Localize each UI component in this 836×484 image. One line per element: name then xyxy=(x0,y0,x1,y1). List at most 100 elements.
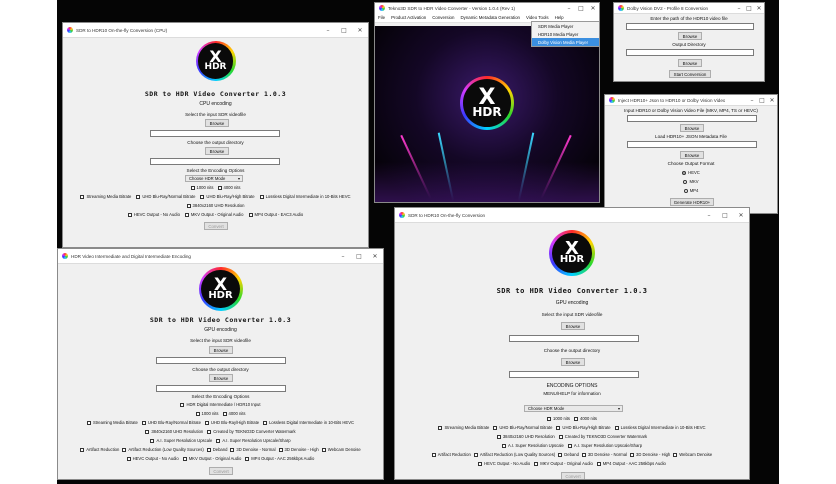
browse-output-button[interactable]: Browse xyxy=(209,374,233,382)
denoise-high-checkbox[interactable]: 3D Denoise - High xyxy=(278,447,319,452)
maximize-icon[interactable]: □ xyxy=(575,3,587,13)
close-icon[interactable]: ✕ xyxy=(352,23,368,37)
format-mp4-radio[interactable]: MP4 xyxy=(683,188,698,193)
artifact-checkbox[interactable]: Artifact Reduction xyxy=(80,447,119,452)
maximize-icon[interactable]: □ xyxy=(744,3,754,13)
nits-1000-checkbox[interactable]: 1000 nits xyxy=(190,185,214,190)
output-dir-field[interactable] xyxy=(509,371,639,378)
streaming-bitrate-checkbox[interactable]: Streaming Media Bitrate xyxy=(86,420,138,425)
denoise-normal-checkbox[interactable]: 3D Denoise - Normal xyxy=(581,452,627,457)
hdr10-media-player-item[interactable]: HDR10 Media Player xyxy=(532,30,599,38)
close-icon[interactable]: ✕ xyxy=(754,3,764,13)
artifact-low-checkbox[interactable]: Artifact Reduction (Low Quality Sources) xyxy=(122,447,204,452)
denoise-normal-checkbox[interactable]: 3D Denoise - Normal xyxy=(230,447,276,452)
ai-upscale-checkbox[interactable]: A.I. Super Resolution Upscale xyxy=(150,438,212,443)
convert-button[interactable]: Convert xyxy=(204,222,228,230)
hdr-mode-select[interactable]: Choose HDR Mode ▾ xyxy=(185,175,243,182)
watermark-checkbox[interactable]: Created by TEKNO3D Converter Watermark xyxy=(207,429,296,434)
uhd-resolution-checkbox[interactable]: 3840x2160 UHD Resolution xyxy=(496,434,555,439)
denoise-high-checkbox[interactable]: 3D Denoise - High xyxy=(630,452,670,457)
hevc-no-audio-checkbox[interactable]: HEVC Output - No Audio xyxy=(478,461,530,466)
lossless-checkbox[interactable]: Lossless Digital Intermediate in 10-Bits… xyxy=(614,425,706,430)
streaming-bitrate-checkbox[interactable]: Streaming Media Bitrate xyxy=(80,194,131,199)
menu-video-tools[interactable]: Video Tools xyxy=(526,15,549,20)
deband-checkbox[interactable]: Deband xyxy=(206,447,227,452)
output-dir-field[interactable] xyxy=(150,158,280,165)
menu-conversion[interactable]: Conversion xyxy=(432,15,454,20)
browse-output-button[interactable]: Browse xyxy=(678,59,702,67)
lossless-checkbox[interactable]: Lossless Digital Intermediate in 10-Bits… xyxy=(259,194,351,199)
lossless-checkbox[interactable]: Lossless Digital Intermediate in 10-Bits… xyxy=(263,420,354,425)
nits-4000-checkbox[interactable]: 4000 nits xyxy=(222,411,246,416)
title-bar[interactable]: SDR to HDR10 On-the-fly Conversion – □ ✕ xyxy=(395,208,749,223)
format-mkv-radio[interactable]: MKV xyxy=(683,179,699,184)
hevc-no-audio-checkbox[interactable]: HEVC Output - No Audio xyxy=(126,456,179,461)
nits-1000-checkbox[interactable]: 1000 nits xyxy=(195,411,219,416)
browse-input-button[interactable]: Browse xyxy=(561,322,585,330)
ai-upscale-checkbox[interactable]: A.I. Super Resolution Upscale xyxy=(501,443,564,448)
browse-output-button[interactable]: Browse xyxy=(205,147,229,155)
title-bar[interactable]: SDR to HDR10 On-the-fly Conversion (CPU)… xyxy=(63,23,368,38)
minimize-icon[interactable]: – xyxy=(747,95,757,105)
mkv-output-checkbox[interactable]: MKV Output - Original Audio xyxy=(182,456,241,461)
menu-file[interactable]: File xyxy=(378,15,385,20)
hdr-di-checkbox[interactable]: HDR Digital Intermediate / HDR10 Input xyxy=(180,402,261,407)
menu-product-activation[interactable]: Product Activation xyxy=(391,15,426,20)
mp4-output-checkbox[interactable]: MP4 Output - EAC3 Audio xyxy=(248,212,303,217)
convert-button[interactable]: Convert xyxy=(209,467,233,475)
deband-checkbox[interactable]: Deband xyxy=(558,452,579,457)
menu-help[interactable]: Help xyxy=(555,15,564,20)
artifact-low-checkbox[interactable]: Artifact Reduction (Low Quality Sources) xyxy=(473,452,555,457)
nits-1000-checkbox[interactable]: 1000 nits xyxy=(547,416,570,421)
input-file-field[interactable] xyxy=(627,115,757,122)
uhd-high-checkbox[interactable]: UHD Blu-Ray/High Bitrate xyxy=(204,420,259,425)
webcam-denoise-checkbox[interactable]: Webcam Denoise xyxy=(321,447,361,452)
mp4-output-checkbox[interactable]: MP4 Output - AAC 256kbps Audio xyxy=(596,461,666,466)
webcam-denoise-checkbox[interactable]: Webcam Denoise xyxy=(673,452,712,457)
nits-4000-checkbox[interactable]: 4000 nits xyxy=(574,416,597,421)
maximize-icon[interactable]: □ xyxy=(351,249,367,263)
mkv-output-checkbox[interactable]: MKV Output - Original Audio xyxy=(184,212,244,217)
minimize-icon[interactable]: – xyxy=(335,249,351,263)
uhd-normal-checkbox[interactable]: UHD Blu-Ray/Normal Bitrate xyxy=(493,425,552,430)
input-file-field[interactable] xyxy=(150,130,280,137)
uhd-resolution-checkbox[interactable]: 3840x2160 UHD Resolution xyxy=(145,429,203,434)
minimize-icon[interactable]: – xyxy=(320,23,336,37)
artifact-checkbox[interactable]: Artifact Reduction xyxy=(431,452,471,457)
close-icon[interactable]: ✕ xyxy=(733,208,749,222)
browse-input-button[interactable]: Browse xyxy=(678,32,702,40)
output-dir-field[interactable] xyxy=(156,385,286,392)
input-file-field[interactable] xyxy=(509,335,639,342)
maximize-icon[interactable]: □ xyxy=(336,23,352,37)
menu-dynamic-metadata[interactable]: Dynamic Metadata Generation xyxy=(460,15,520,20)
uhd-resolution-checkbox[interactable]: 3840x2160 UHD Resolution xyxy=(186,203,244,208)
dolby-vision-player-item[interactable]: Dolby Vision Media Player xyxy=(532,38,599,46)
watermark-checkbox[interactable]: Created by TEKNO3D Converter Watermark xyxy=(558,434,647,439)
hevc-no-audio-checkbox[interactable]: HEVC Output - No Audio xyxy=(127,212,180,217)
browse-json-button[interactable]: Browse xyxy=(680,151,704,159)
browse-input-button[interactable]: Browse xyxy=(680,124,704,132)
sdr-media-player-item[interactable]: SDR Media Player xyxy=(532,22,599,30)
mp4-output-checkbox[interactable]: MP4 Output - AAC 256kbps Audio xyxy=(245,456,314,461)
hdr10-file-field[interactable] xyxy=(626,23,754,30)
maximize-icon[interactable]: □ xyxy=(757,95,767,105)
minimize-icon[interactable]: – xyxy=(734,3,744,13)
uhd-high-checkbox[interactable]: UHD Blu-Ray/High Bitrate xyxy=(556,425,611,430)
close-icon[interactable]: ✕ xyxy=(587,3,599,13)
title-bar[interactable]: HDR Video Intermediate and Digital Inter… xyxy=(58,249,383,264)
streaming-bitrate-checkbox[interactable]: Streaming Media Bitrate xyxy=(438,425,489,430)
input-file-field[interactable] xyxy=(156,357,286,364)
mkv-output-checkbox[interactable]: MKV Output - Original Audio xyxy=(534,461,593,466)
uhd-high-checkbox[interactable]: UHD Blu-Ray/High Bitrate xyxy=(200,194,255,199)
generate-hdr10plus-button[interactable]: Generate HDR10+ xyxy=(670,198,714,206)
maximize-icon[interactable]: □ xyxy=(717,208,733,222)
browse-input-button[interactable]: Browse xyxy=(205,119,229,127)
nits-4000-checkbox[interactable]: 4000 nits xyxy=(217,185,241,190)
minimize-icon[interactable]: – xyxy=(563,3,575,13)
hdr-mode-select[interactable]: Choose HDR Mode ▾ xyxy=(524,405,623,412)
uhd-normal-checkbox[interactable]: UHD Blu-Ray/Normal Bitrate xyxy=(141,420,201,425)
browse-input-button[interactable]: Browse xyxy=(209,346,233,354)
convert-button[interactable]: Convert xyxy=(561,472,585,479)
minimize-icon[interactable]: – xyxy=(701,208,717,222)
browse-output-button[interactable]: Browse xyxy=(561,358,585,366)
